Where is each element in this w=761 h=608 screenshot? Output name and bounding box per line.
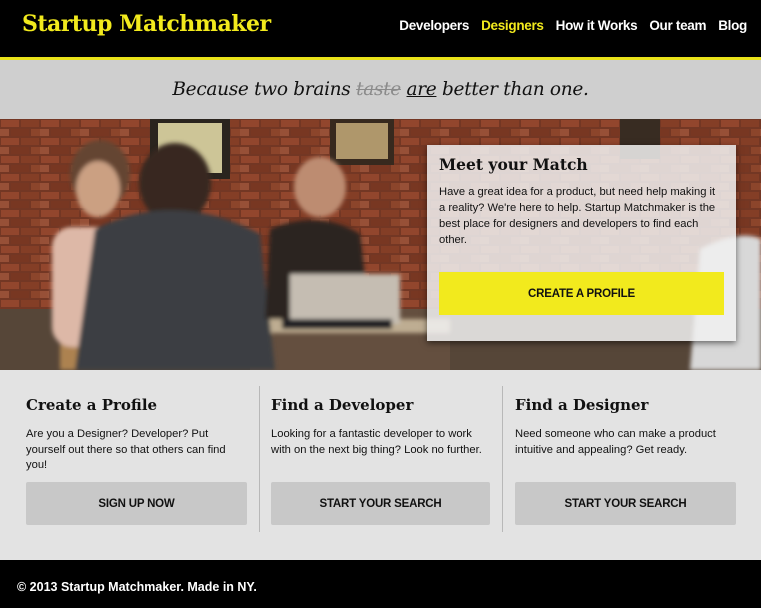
nav-developers[interactable]: Developers bbox=[399, 18, 469, 33]
feature-title: Create a Profile bbox=[26, 396, 158, 414]
tagline-bar: Because two brains taste are better than… bbox=[0, 60, 761, 119]
start-search-developer-button[interactable]: START YOUR SEARCH bbox=[271, 482, 490, 525]
tagline-struck-word: taste bbox=[356, 79, 401, 100]
feature-title: Find a Developer bbox=[271, 396, 414, 414]
match-card-text: Have a great idea for a product, but nee… bbox=[439, 186, 716, 246]
site-footer: © 2013 Startup Matchmaker. Made in NY. bbox=[0, 560, 761, 608]
tagline-end: better than one. bbox=[436, 79, 589, 100]
tagline: Because two brains taste are better than… bbox=[172, 79, 589, 100]
feature-find-designer: Find a Designer Need someone who can mak… bbox=[515, 370, 736, 560]
sign-up-now-button[interactable]: SIGN UP NOW bbox=[26, 482, 247, 525]
feature-title: Find a Designer bbox=[515, 396, 649, 414]
site-header: Startup Matchmaker Developers Designers … bbox=[0, 0, 761, 60]
nav-our-team[interactable]: Our team bbox=[649, 18, 706, 33]
main-nav: Developers Designers How it Works Our te… bbox=[399, 18, 747, 33]
tagline-start: Because two brains bbox=[172, 79, 357, 100]
nav-how-it-works[interactable]: How it Works bbox=[556, 18, 638, 33]
tagline-underlined-word: are bbox=[406, 79, 437, 100]
footer-copyright: © 2013 Startup Matchmaker. Made in NY. bbox=[17, 580, 257, 594]
column-divider bbox=[502, 386, 503, 532]
hero-section: Meet your Match Have a great idea for a … bbox=[0, 119, 761, 370]
features-section: Create a Profile Are you a Designer? Dev… bbox=[0, 370, 761, 560]
match-card-title: Meet your Match bbox=[439, 155, 588, 174]
feature-text: Are you a Designer? Developer? Put yours… bbox=[26, 428, 226, 471]
feature-find-developer: Find a Developer Looking for a fantastic… bbox=[271, 370, 490, 560]
nav-blog[interactable]: Blog bbox=[718, 18, 747, 33]
site-logo[interactable]: Startup Matchmaker bbox=[22, 11, 271, 37]
nav-designers[interactable]: Designers bbox=[481, 18, 544, 33]
create-profile-button[interactable]: CREATE A PROFILE bbox=[439, 272, 724, 315]
feature-create-profile: Create a Profile Are you a Designer? Dev… bbox=[26, 370, 247, 560]
column-divider bbox=[259, 386, 260, 532]
meet-your-match-card: Meet your Match Have a great idea for a … bbox=[427, 145, 736, 341]
feature-text: Need someone who can make a product intu… bbox=[515, 428, 716, 456]
feature-text: Looking for a fantastic developer to wor… bbox=[271, 428, 482, 456]
start-search-designer-button[interactable]: START YOUR SEARCH bbox=[515, 482, 736, 525]
